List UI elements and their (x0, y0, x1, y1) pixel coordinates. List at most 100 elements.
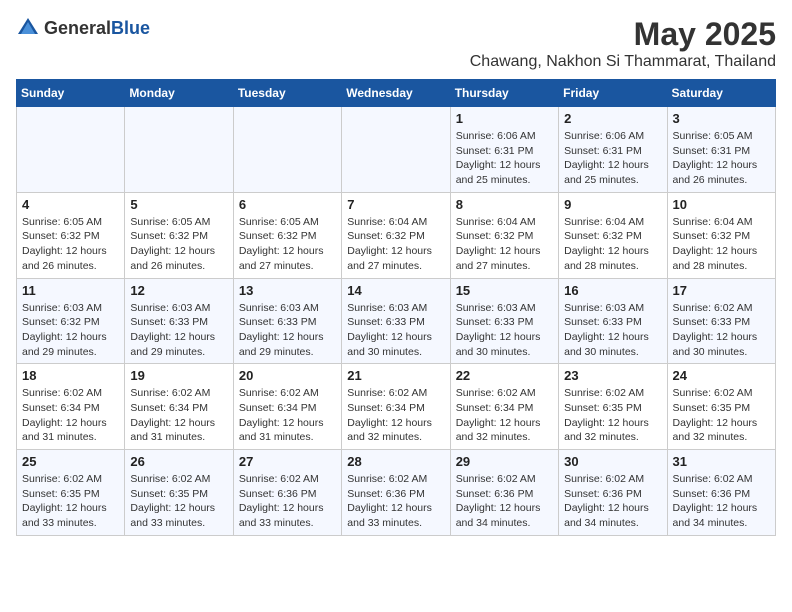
day-info: Sunrise: 6:02 AM Sunset: 6:34 PM Dayligh… (347, 386, 444, 445)
day-number: 10 (673, 197, 770, 212)
logo-general: General (44, 18, 111, 38)
day-cell: 18Sunrise: 6:02 AM Sunset: 6:34 PM Dayli… (17, 364, 125, 450)
day-info: Sunrise: 6:02 AM Sunset: 6:36 PM Dayligh… (456, 472, 553, 531)
day-cell: 27 Sunrise: 6:02 AM Sunset: 6:36 PM Dayli… (233, 450, 341, 536)
day-cell: 25Sunrise: 6:02 AM Sunset: 6:35 PM Dayli… (17, 450, 125, 536)
day-info: Sunrise: 6:05 AM Sunset: 6:32 PM Dayligh… (22, 215, 119, 274)
day-cell: 8 Sunrise: 6:04 AM Sunset: 6:32 PM Daylig… (450, 192, 558, 278)
subtitle: Chawang, Nakhon Si Thammarat, Thailand (470, 53, 776, 71)
day-number: 1 (456, 111, 553, 126)
day-number: 31 (673, 454, 770, 469)
day-cell: 16 Sunrise: 6:03 AM Sunset: 6:33 PM Dayli… (559, 278, 667, 364)
day-cell: 24Sunrise: 6:02 AM Sunset: 6:35 PM Dayli… (667, 364, 775, 450)
day-info: Sunrise: 6:03 AM Sunset: 6:33 PM Dayligh… (239, 301, 336, 360)
day-info: Sunrise: 6:06 AM Sunset: 6:31 PM Dayligh… (564, 129, 661, 188)
day-cell: 1 Sunrise: 6:06 AM Sunset: 6:31 PM Daylig… (450, 107, 558, 193)
week-row-2: 4 Sunrise: 6:05 AM Sunset: 6:32 PM Daylig… (17, 192, 776, 278)
day-number: 11 (22, 283, 119, 298)
main-title: May 2025 (470, 16, 776, 53)
day-info: Sunrise: 6:02 AM Sunset: 6:36 PM Dayligh… (347, 472, 444, 531)
day-cell: 12 Sunrise: 6:03 AM Sunset: 6:33 PM Dayli… (125, 278, 233, 364)
day-number: 8 (456, 197, 553, 212)
day-info: Sunrise: 6:02 AM Sunset: 6:35 PM Dayligh… (564, 386, 661, 445)
day-info: Sunrise: 6:02 AM Sunset: 6:35 PM Dayligh… (22, 472, 119, 531)
title-area: May 2025 Chawang, Nakhon Si Thammarat, T… (470, 16, 776, 71)
weekday-header-monday: Monday (125, 80, 233, 107)
day-number: 20 (239, 368, 336, 383)
day-cell: 22 Sunrise: 6:02 AM Sunset: 6:34 PM Dayli… (450, 364, 558, 450)
day-cell: 20 Sunrise: 6:02 AM Sunset: 6:34 PM Dayli… (233, 364, 341, 450)
logo-inner: GeneralBlue (16, 16, 150, 40)
day-cell: 26Sunrise: 6:02 AM Sunset: 6:35 PM Dayli… (125, 450, 233, 536)
day-number: 23 (564, 368, 661, 383)
day-cell: 28 Sunrise: 6:02 AM Sunset: 6:36 PM Dayli… (342, 450, 450, 536)
day-cell: 29 Sunrise: 6:02 AM Sunset: 6:36 PM Dayli… (450, 450, 558, 536)
day-cell: 17Sunrise: 6:02 AM Sunset: 6:33 PM Dayli… (667, 278, 775, 364)
day-number: 29 (456, 454, 553, 469)
day-cell: 5 Sunrise: 6:05 AM Sunset: 6:32 PM Daylig… (125, 192, 233, 278)
day-info: Sunrise: 6:02 AM Sunset: 6:34 PM Dayligh… (456, 386, 553, 445)
day-cell (233, 107, 341, 193)
day-number: 2 (564, 111, 661, 126)
week-row-3: 11 Sunrise: 6:03 AM Sunset: 6:32 PM Dayli… (17, 278, 776, 364)
day-number: 12 (130, 283, 227, 298)
day-info: Sunrise: 6:05 AM Sunset: 6:32 PM Dayligh… (239, 215, 336, 274)
day-cell: 30Sunrise: 6:02 AM Sunset: 6:36 PM Dayli… (559, 450, 667, 536)
day-number: 6 (239, 197, 336, 212)
weekday-header-friday: Friday (559, 80, 667, 107)
weekday-header-thursday: Thursday (450, 80, 558, 107)
logo: GeneralBlue (16, 16, 150, 40)
day-cell: 31 Sunrise: 6:02 AM Sunset: 6:36 PM Dayli… (667, 450, 775, 536)
day-info: Sunrise: 6:03 AM Sunset: 6:33 PM Dayligh… (130, 301, 227, 360)
day-number: 24 (673, 368, 770, 383)
day-cell: 23 Sunrise: 6:02 AM Sunset: 6:35 PM Dayli… (559, 364, 667, 450)
day-number: 21 (347, 368, 444, 383)
weekday-header-tuesday: Tuesday (233, 80, 341, 107)
week-row-4: 18Sunrise: 6:02 AM Sunset: 6:34 PM Dayli… (17, 364, 776, 450)
day-number: 26 (130, 454, 227, 469)
day-cell: 19Sunrise: 6:02 AM Sunset: 6:34 PM Dayli… (125, 364, 233, 450)
day-number: 22 (456, 368, 553, 383)
day-info: Sunrise: 6:04 AM Sunset: 6:32 PM Dayligh… (564, 215, 661, 274)
day-info: Sunrise: 6:02 AM Sunset: 6:36 PM Dayligh… (673, 472, 770, 531)
day-cell: 11 Sunrise: 6:03 AM Sunset: 6:32 PM Dayli… (17, 278, 125, 364)
day-cell (17, 107, 125, 193)
day-info: Sunrise: 6:04 AM Sunset: 6:32 PM Dayligh… (673, 215, 770, 274)
day-number: 3 (673, 111, 770, 126)
day-info: Sunrise: 6:06 AM Sunset: 6:31 PM Dayligh… (456, 129, 553, 188)
day-info: Sunrise: 6:04 AM Sunset: 6:32 PM Dayligh… (456, 215, 553, 274)
day-info: Sunrise: 6:02 AM Sunset: 6:33 PM Dayligh… (673, 301, 770, 360)
day-info: Sunrise: 6:03 AM Sunset: 6:32 PM Dayligh… (22, 301, 119, 360)
weekday-header-sunday: Sunday (17, 80, 125, 107)
day-cell: 6 Sunrise: 6:05 AM Sunset: 6:32 PM Daylig… (233, 192, 341, 278)
day-cell: 3 Sunrise: 6:05 AM Sunset: 6:31 PM Daylig… (667, 107, 775, 193)
day-cell: 10 Sunrise: 6:04 AM Sunset: 6:32 PM Dayli… (667, 192, 775, 278)
day-number: 14 (347, 283, 444, 298)
day-cell (342, 107, 450, 193)
day-info: Sunrise: 6:04 AM Sunset: 6:32 PM Dayligh… (347, 215, 444, 274)
day-number: 27 (239, 454, 336, 469)
day-cell (125, 107, 233, 193)
week-row-1: 1 Sunrise: 6:06 AM Sunset: 6:31 PM Daylig… (17, 107, 776, 193)
day-number: 5 (130, 197, 227, 212)
day-number: 28 (347, 454, 444, 469)
day-number: 13 (239, 283, 336, 298)
day-number: 16 (564, 283, 661, 298)
day-cell: 7Sunrise: 6:04 AM Sunset: 6:32 PM Daylig… (342, 192, 450, 278)
day-number: 15 (456, 283, 553, 298)
day-number: 4 (22, 197, 119, 212)
day-info: Sunrise: 6:03 AM Sunset: 6:33 PM Dayligh… (564, 301, 661, 360)
day-cell: 4 Sunrise: 6:05 AM Sunset: 6:32 PM Daylig… (17, 192, 125, 278)
day-cell: 14 Sunrise: 6:03 AM Sunset: 6:33 PM Dayli… (342, 278, 450, 364)
logo-icon (16, 16, 40, 40)
day-cell: 15Sunrise: 6:03 AM Sunset: 6:33 PM Dayli… (450, 278, 558, 364)
logo-text: GeneralBlue (44, 18, 150, 39)
day-info: Sunrise: 6:02 AM Sunset: 6:36 PM Dayligh… (564, 472, 661, 531)
day-info: Sunrise: 6:02 AM Sunset: 6:34 PM Dayligh… (239, 386, 336, 445)
day-info: Sunrise: 6:02 AM Sunset: 6:36 PM Dayligh… (239, 472, 336, 531)
day-info: Sunrise: 6:05 AM Sunset: 6:32 PM Dayligh… (130, 215, 227, 274)
day-info: Sunrise: 6:02 AM Sunset: 6:34 PM Dayligh… (22, 386, 119, 445)
day-info: Sunrise: 6:03 AM Sunset: 6:33 PM Dayligh… (347, 301, 444, 360)
day-info: Sunrise: 6:05 AM Sunset: 6:31 PM Dayligh… (673, 129, 770, 188)
day-number: 19 (130, 368, 227, 383)
